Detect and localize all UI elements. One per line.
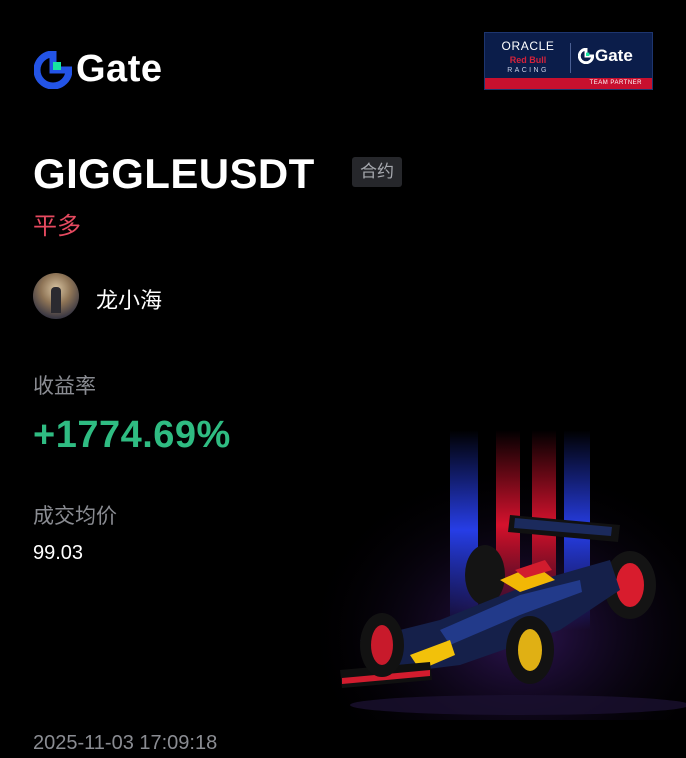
partner-divider — [570, 43, 571, 73]
partner-gate-logo: Gate — [578, 46, 633, 66]
racing-text: RACING — [507, 67, 549, 74]
team-partner-badge: ORACLE Red Bull RACING Gate TEAM PARTNER — [484, 32, 653, 90]
partner-gate-text: Gate — [595, 46, 633, 65]
gate-logo-icon — [578, 48, 594, 64]
team-partner-bar: TEAM PARTNER — [485, 78, 652, 89]
trading-pair-symbol: GIGGLEUSDT — [33, 150, 315, 197]
user-name: 龙小海 — [96, 288, 163, 313]
gate-logo-icon — [34, 50, 72, 89]
avg-price-label: 成交均价 — [33, 505, 117, 528]
position-direction: 平多 — [33, 213, 81, 240]
avg-price-value: 99.03 — [33, 542, 84, 564]
contract-tag: 合约 — [352, 157, 402, 187]
redbull-text: Red Bull — [509, 55, 547, 65]
avatar — [33, 273, 79, 319]
f1-car-image — [320, 430, 686, 720]
logo-text: Gate — [76, 48, 163, 90]
oracle-text: ORACLE — [501, 39, 555, 53]
yield-label: 收益率 — [33, 375, 96, 398]
trade-timestamp: 2025-11-03 17:09:18 — [33, 732, 218, 754]
oracle-redbull-racing-logo: ORACLE Red Bull RACING — [493, 39, 563, 74]
yield-value: +1774.69% — [33, 414, 231, 456]
gate-logo: Gate — [34, 48, 162, 91]
